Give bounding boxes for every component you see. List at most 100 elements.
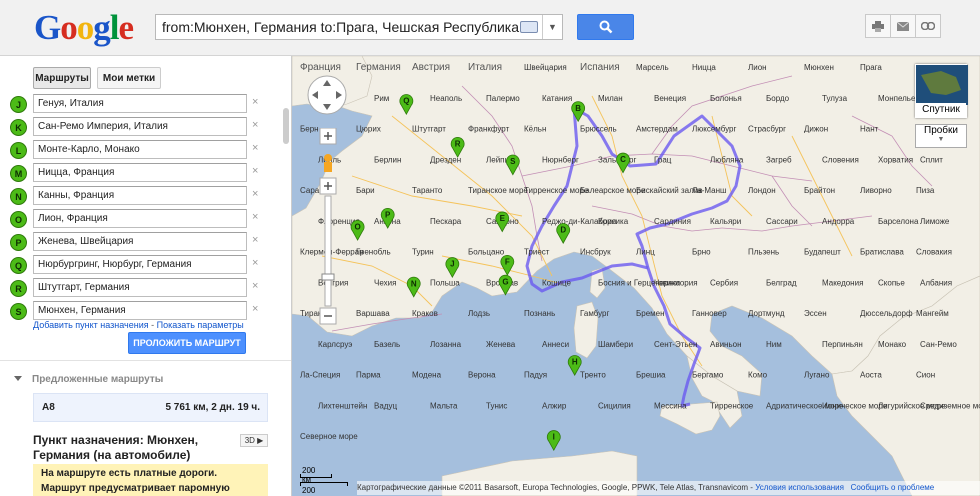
add-destination-link[interactable]: Добавить пункт назначения — [33, 320, 149, 330]
view-3d-button[interactable]: 3D ▶ — [240, 434, 268, 447]
remove-icon[interactable]: × — [252, 188, 258, 200]
place-label: Ним — [766, 340, 782, 349]
place-label: Пиза — [916, 186, 935, 195]
remove-icon[interactable]: × — [252, 303, 258, 315]
suggested-routes-heading[interactable]: Предложенные маршруты — [14, 374, 163, 385]
marker-letter: R — [455, 140, 461, 149]
place-label: Сент-Этьен — [654, 340, 697, 349]
marker-letter: D — [560, 226, 566, 235]
traffic-toggle[interactable]: Пробки ▼ — [915, 124, 967, 148]
place-label: Триест — [524, 248, 550, 257]
search-icon — [599, 20, 612, 34]
marker-icon[interactable]: N — [10, 188, 27, 205]
marker-icon[interactable]: L — [10, 142, 27, 159]
place-label: Польша — [430, 278, 460, 287]
google-logo[interactable]: Google — [34, 8, 134, 48]
waypoint-input[interactable]: Сан-Ремо Империя, Италия — [33, 117, 247, 136]
place-label: Гамбург — [580, 309, 610, 318]
waypoint-row: M Ницца, Франция × — [8, 162, 282, 185]
remove-icon[interactable]: × — [252, 234, 258, 246]
waypoint-row: R Штутгарт, Германия × — [8, 277, 282, 300]
place-label: Италия — [468, 62, 502, 73]
remove-icon[interactable]: × — [252, 96, 258, 108]
map-canvas[interactable]: Франция Германия Австрия Италия Швейцария Исп… — [292, 56, 980, 496]
waypoint-input[interactable]: Монте-Карло, Монако — [33, 140, 247, 159]
waypoint-input[interactable]: Женева, Швейцария — [33, 232, 247, 251]
remove-icon[interactable]: × — [252, 165, 258, 177]
waypoint-input[interactable]: Канны, Франция — [33, 186, 247, 205]
search-dropdown-button[interactable]: ▼ — [542, 15, 562, 39]
link-button[interactable] — [915, 14, 941, 38]
marker-letter: Q — [403, 97, 409, 106]
marker-icon[interactable]: S — [10, 303, 27, 320]
place-label: Тренто — [580, 371, 606, 380]
waypoint-input[interactable]: Нюрбургринг, Нюрбург, Германия — [33, 255, 247, 274]
remove-icon[interactable]: × — [252, 257, 258, 269]
marker-icon[interactable]: O — [10, 211, 27, 228]
suggested-routes-label: Предложенные маршруты — [32, 374, 164, 385]
place-label: Германия — [356, 62, 401, 73]
street-view-pegman-icon[interactable] — [324, 154, 332, 172]
terms-link[interactable]: Условия использования — [755, 483, 844, 492]
marker-icon[interactable]: R — [10, 280, 27, 297]
place-label: Эссен — [804, 309, 827, 318]
place-label: Болонья — [710, 94, 742, 103]
waypoint-input[interactable]: Генуя, Италия — [33, 94, 247, 113]
place-label: Кёльн — [524, 125, 546, 134]
route-option[interactable]: A8 5 761 км, 2 дн. 19 ч. — [33, 393, 268, 422]
remove-icon[interactable]: × — [252, 142, 258, 154]
marker-icon[interactable]: J — [10, 96, 27, 113]
map-svg[interactable]: Франция Германия Австрия Италия Швейцария Исп… — [292, 56, 980, 496]
get-directions-button[interactable]: ПРОЛОЖИТЬ МАРШРУТ — [128, 332, 246, 354]
email-button[interactable] — [890, 14, 916, 38]
zoom-slider[interactable] — [318, 128, 338, 328]
panel-scrollbar[interactable] — [283, 108, 289, 144]
show-options-link[interactable]: Показать параметры — [157, 320, 244, 330]
tab-my-places[interactable]: Мои метки — [97, 67, 161, 89]
place-label: Мальта — [430, 401, 458, 410]
place-label: Цюрих — [356, 125, 381, 134]
scale-mi-label: 200 миль — [302, 486, 321, 496]
place-label: Хорватия — [878, 155, 913, 164]
place-label: Палермо — [486, 94, 520, 103]
printer-icon — [872, 20, 884, 32]
keyboard-icon[interactable] — [520, 21, 538, 33]
satellite-toggle[interactable]: Спутник — [915, 64, 968, 118]
marker-letter: I — [553, 433, 555, 442]
print-button[interactable] — [865, 14, 891, 38]
divider — [0, 360, 291, 361]
place-label: Мессина — [654, 401, 687, 410]
waypoint-input[interactable]: Лион, Франция — [33, 209, 247, 228]
place-label: Тирренское — [710, 401, 754, 410]
place-label: Албания — [920, 278, 952, 287]
place-label: Вадуц — [374, 401, 397, 410]
place-label: Словения — [822, 155, 859, 164]
search-input[interactable]: from:Мюнхен, Германия to:Прага, Чешская … — [155, 14, 563, 40]
place-label: Тулуза — [822, 94, 848, 103]
search-button[interactable] — [577, 14, 634, 40]
place-label: Франция — [300, 62, 341, 73]
marker-icon[interactable]: Q — [10, 257, 27, 274]
marker-icon[interactable]: M — [10, 165, 27, 182]
remove-icon[interactable]: × — [252, 211, 258, 223]
marker-icon[interactable]: K — [10, 119, 27, 136]
place-label: Сион — [916, 371, 935, 380]
waypoint-input[interactable]: Штутгарт, Германия — [33, 278, 247, 297]
tab-directions[interactable]: Маршруты — [33, 67, 91, 89]
place-label: Инсбрук — [580, 248, 611, 257]
chevron-down-icon: ▼ — [548, 22, 557, 32]
waypoint-input[interactable]: Мюнхен, Германия — [33, 301, 247, 320]
marker-icon[interactable]: P — [10, 234, 27, 251]
pan-icon[interactable] — [306, 74, 348, 116]
report-problem-link[interactable]: Сообщить о проблеме — [851, 483, 935, 492]
search-query-text[interactable]: from:Мюнхен, Германия to:Прага, Чешская … — [156, 19, 520, 35]
place-label: Венеция — [654, 94, 686, 103]
place-label: Лондон — [748, 186, 776, 195]
place-label: Лиможе — [920, 217, 950, 226]
remove-icon[interactable]: × — [252, 280, 258, 292]
place-label: Алжир — [542, 401, 567, 410]
remove-icon[interactable]: × — [252, 119, 258, 131]
place-label: Прага — [860, 63, 882, 72]
place-label: Мюнхен — [804, 63, 834, 72]
waypoint-input[interactable]: Ницца, Франция — [33, 163, 247, 182]
